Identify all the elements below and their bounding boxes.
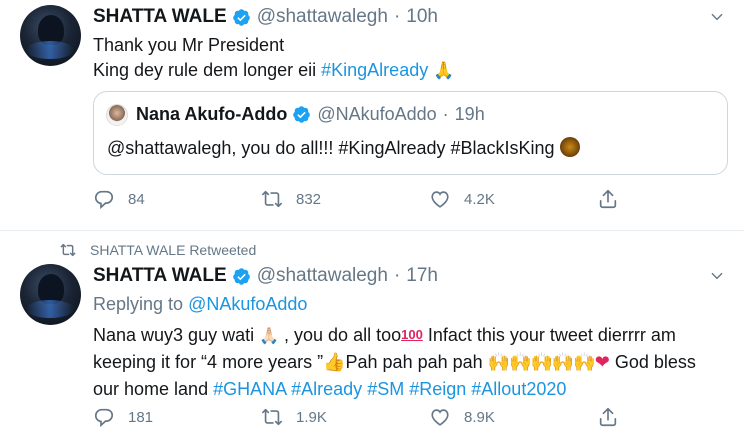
text-segment: Thank you Mr President: [93, 35, 285, 55]
hundred-points-emoji: 100: [401, 327, 423, 342]
verified-badge-icon: [232, 8, 250, 26]
like-icon: [431, 409, 449, 426]
reply-icon: [94, 408, 114, 428]
replying-to-label: Replying to: [93, 294, 189, 314]
separator-dot: ·: [393, 6, 401, 27]
reply-count: 84: [128, 190, 145, 208]
text-segment: keeping it for “4 more years ”: [93, 352, 324, 372]
chevron-down-icon[interactable]: [710, 10, 724, 24]
quote-header: Nana Akufo-Addo @NAkufoAddo · 19h: [136, 104, 485, 125]
quote-text: @shattawalegh, you do all!!! #KingAlread…: [107, 136, 580, 160]
like-button[interactable]: 4.2K: [429, 188, 597, 210]
quote-avatar[interactable]: [106, 104, 128, 126]
folded-hands-emoji: 🙏🏻: [259, 326, 280, 345]
reply-button[interactable]: 84: [93, 188, 261, 210]
tweet-text-line: King dey rule dem longer eii #KingAlread…: [93, 58, 733, 84]
tweet[interactable]: SHATTA WALE @shattawalegh · 10h Thank yo…: [0, 0, 744, 231]
quote-timestamp: 19h: [454, 104, 485, 124]
display-name[interactable]: SHATTA WALE: [93, 6, 227, 28]
like-icon: [431, 191, 449, 208]
retweet-count: 1.9K: [296, 408, 327, 426]
text-segment: Pah pah pah pah: [345, 352, 488, 372]
avatar-glow: [26, 300, 74, 318]
text-segment: our home land: [93, 379, 214, 399]
verified-badge-icon: [293, 106, 311, 123]
red-heart-emoji: ❤: [594, 352, 610, 373]
text-segment: Nana wuy3 guy wati: [93, 325, 260, 345]
share-button[interactable]: [597, 406, 619, 433]
retweet-button[interactable]: 832: [261, 188, 429, 210]
quote-display-name: Nana Akufo-Addo: [136, 104, 288, 124]
separator-dot: ·: [442, 104, 449, 124]
text-segment: Infact this your tweet dierrrr am: [422, 325, 676, 345]
share-icon: [599, 407, 617, 427]
tweet-header: SHATTA WALE @shattawalegh · 10h: [93, 6, 438, 28]
retweet-banner: SHATTA WALE Retweeted: [60, 242, 256, 258]
hashtag-link[interactable]: #SM: [367, 379, 404, 399]
quote-handle: @NAkufoAddo: [317, 104, 437, 124]
like-count: 4.2K: [464, 190, 495, 208]
like-count: 8.9K: [464, 408, 495, 426]
reply-button[interactable]: 181: [93, 406, 261, 428]
handle[interactable]: @shattawalegh: [257, 265, 388, 287]
reply-count: 181: [128, 408, 154, 426]
raised-hands-emoji: 🙌🙌🙌🙌🙌: [487, 352, 596, 373]
handle[interactable]: @shattawalegh: [257, 6, 388, 28]
quoted-tweet[interactable]: Nana Akufo-Addo @NAkufoAddo · 19h @shatt…: [93, 91, 728, 175]
replying-to: Replying to @NAkufoAddo: [93, 294, 307, 315]
tweet-text: Thank you Mr President King dey rule dem…: [93, 33, 733, 84]
like-button[interactable]: 8.9K: [429, 406, 597, 428]
tweet-text-line: keeping it for “4 more years ”👍Pah pah p…: [93, 349, 733, 376]
display-name[interactable]: SHATTA WALE: [93, 265, 227, 287]
avatar[interactable]: [20, 264, 81, 325]
share-button[interactable]: [597, 188, 619, 215]
mention-link[interactable]: @NAkufoAddo: [188, 294, 307, 314]
verified-badge-icon: [232, 267, 250, 285]
lion-emoji-icon: [559, 137, 580, 157]
action-bar: 84 832 4.2K: [93, 188, 597, 210]
tweet-text: Nana wuy3 guy wati 🙏🏻 , you do all too10…: [93, 321, 733, 403]
avatar-glow: [26, 41, 74, 59]
text-segment: King dey rule dem longer eii: [93, 60, 322, 80]
retweet-icon: [262, 190, 282, 208]
thumbs-up-emoji: 👍: [323, 352, 346, 373]
retweet-banner-text[interactable]: SHATTA WALE Retweeted: [90, 242, 256, 258]
hashtag-link[interactable]: #Reign: [409, 379, 466, 399]
retweet-icon: [60, 243, 76, 257]
text-segment: @shattawalegh, you do all!!!: [107, 138, 339, 158]
timestamp[interactable]: 10h: [406, 6, 438, 28]
hashtag-link[interactable]: #KingAlready: [321, 60, 428, 80]
separator-dot: ·: [393, 265, 401, 286]
tweet-text-line: Nana wuy3 guy wati 🙏🏻 , you do all too10…: [93, 321, 733, 349]
share-icon: [599, 189, 617, 209]
avatar[interactable]: [20, 5, 81, 66]
chevron-down-icon[interactable]: [710, 269, 724, 283]
hashtag-link[interactable]: #GHANA: [213, 379, 286, 399]
tweet[interactable]: SHATTA WALE Retweeted SHATTA WALE @shatt…: [0, 232, 744, 441]
retweet-count: 832: [296, 190, 322, 208]
folded-hands-emoji: 🙏: [433, 61, 455, 81]
retweet-button[interactable]: 1.9K: [261, 406, 429, 428]
action-bar: 181 1.9K 8.9K: [93, 406, 597, 428]
timestamp[interactable]: 17h: [406, 265, 438, 287]
hashtag-link[interactable]: #Already: [291, 379, 362, 399]
tweet-header: SHATTA WALE @shattawalegh · 17h: [93, 265, 438, 287]
hashtag-text: #BlackIsKing: [450, 138, 555, 158]
text-segment: God bless: [609, 352, 696, 372]
tweet-text-line: our home land #GHANA #Already #SM #Reign…: [93, 376, 733, 403]
retweet-icon: [262, 408, 282, 426]
hashtag-text: #KingAlready: [338, 138, 446, 158]
hashtag-link[interactable]: #Allout2020: [471, 379, 566, 399]
reply-icon: [94, 190, 114, 210]
text-segment: , you do all too: [279, 325, 402, 345]
tweet-text-line: Thank you Mr President: [93, 33, 733, 58]
